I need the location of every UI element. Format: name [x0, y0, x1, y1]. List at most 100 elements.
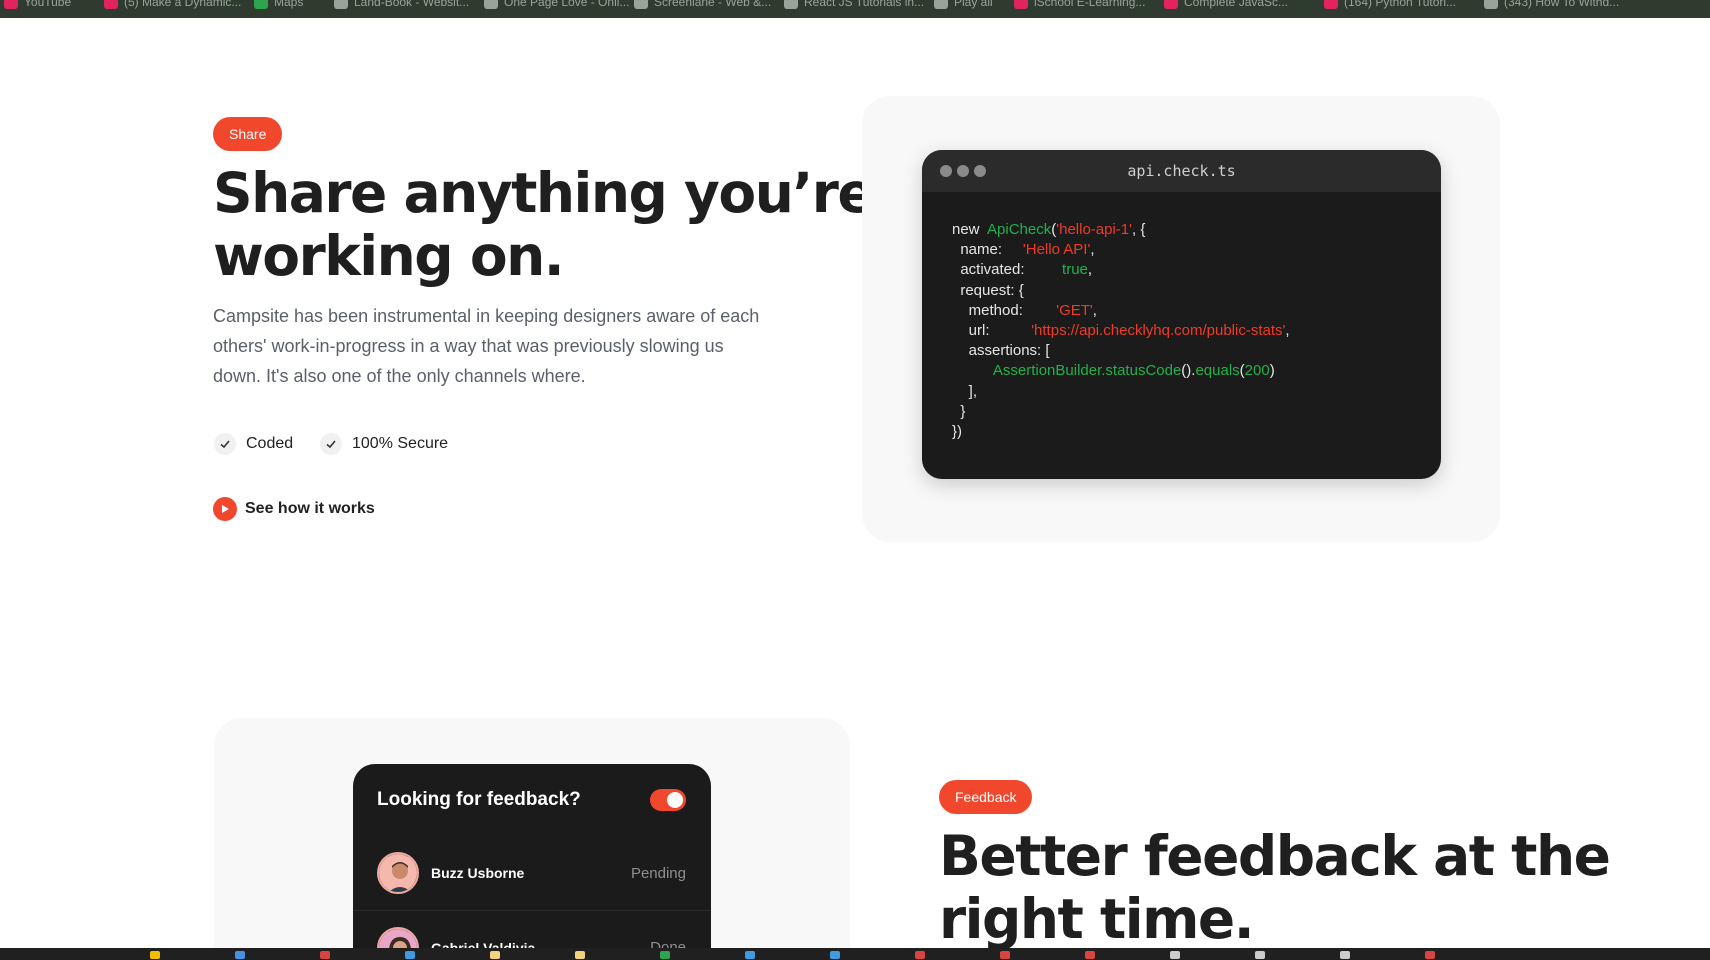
person-name: Buzz Usborne [431, 865, 525, 881]
youtube-icon [1324, 0, 1338, 9]
os-taskbar [0, 948, 1710, 960]
taskbar-app-icon[interactable] [830, 950, 840, 960]
feedback-panel-header: Looking for feedback? [353, 764, 711, 836]
avatar [377, 852, 419, 894]
code-line: url: 'https://api.checklyhq.com/public-s… [952, 322, 1290, 340]
bookmark-item[interactable]: (343) How To Withd... [1484, 0, 1619, 10]
bookmarks-bar: YouTube (5) Make a Dynamic... Maps Land-Boo… [0, 0, 1710, 18]
app-icon [320, 951, 330, 959]
taskbar-app-icon[interactable] [320, 950, 330, 960]
code-line: name: 'Hello API', [952, 241, 1095, 259]
app-icon [150, 951, 160, 959]
feature-secure: 100% Secure [320, 433, 448, 455]
app-icon [405, 951, 415, 959]
feedback-panel: Looking for feedback? Buzz Usborne Pendi… [353, 764, 711, 960]
bookmark-item[interactable]: Screenlane - Web &... [634, 0, 771, 10]
youtube-icon [1014, 0, 1028, 9]
code-body: new ApiCheck('hello-api-1', { name: 'Hel… [922, 192, 1441, 470]
person-status: Pending [630, 864, 686, 882]
app-icon [1000, 951, 1010, 959]
share-heading: Share anything you’re working on. [213, 161, 875, 288]
code-filename: api.check.ts [1127, 162, 1236, 180]
taskbar-app-icon[interactable] [1340, 950, 1350, 960]
share-heading-line1: Share anything you’re [213, 161, 875, 225]
taskbar-app-icon[interactable] [235, 950, 245, 960]
taskbar-app-icon[interactable] [660, 950, 670, 960]
bookmark-item[interactable]: iSchool E-Learning... [1014, 0, 1145, 10]
feature-label: Coded [246, 435, 294, 452]
feature-coded: Coded [214, 433, 293, 455]
taskbar-app-icon[interactable] [575, 950, 585, 960]
taskbar-app-icon[interactable] [490, 950, 500, 960]
app-icon [1255, 951, 1265, 959]
app-icon [745, 951, 755, 959]
check-icon [214, 433, 236, 455]
code-line: new ApiCheck('hello-api-1', { [952, 221, 1146, 238]
bookmark-item[interactable]: Complete JavaSc... [1164, 0, 1288, 10]
code-line: assertions: [ [952, 342, 1050, 360]
code-line: }) [952, 423, 963, 441]
app-icon [235, 951, 245, 959]
bookmark-item[interactable]: YouTube [4, 0, 71, 10]
taskbar-app-icon[interactable] [1255, 950, 1265, 960]
youtube-icon [104, 0, 118, 9]
feedback-badge: Feedback [939, 780, 1033, 814]
taskbar-app-icon[interactable] [1170, 950, 1180, 960]
youtube-icon [4, 0, 18, 9]
app-icon [1425, 951, 1435, 959]
app-icon [660, 951, 670, 959]
bookmark-item[interactable]: (164) Python Tutori... [1324, 0, 1456, 10]
globe-icon [634, 0, 648, 9]
bookmark-item[interactable]: Play all [934, 0, 993, 10]
bookmark-item[interactable]: (5) Make a Dynamic... [104, 0, 241, 10]
toggle-knob [667, 792, 683, 808]
feedback-heading-line1: Better feedback at the [939, 824, 1611, 888]
taskbar-app-icon[interactable] [915, 950, 925, 960]
see-how-it-works-link[interactable]: See how it works [213, 497, 375, 521]
taskbar-app-icon[interactable] [150, 950, 160, 960]
feedback-panel-title: Looking for feedback? [377, 789, 581, 810]
code-line: method: 'GET', [952, 301, 1097, 319]
app-icon [490, 951, 500, 959]
share-paragraph-line3: down. It's also one of the only channels… [213, 366, 586, 386]
cta-label: See how it works [245, 500, 375, 517]
code-line: request: { [952, 281, 1024, 299]
feature-label: 100% Secure [352, 435, 449, 452]
feedback-person-row[interactable]: Buzz Usborne Pending [353, 836, 711, 910]
play-icon [213, 497, 237, 521]
globe-icon [1164, 0, 1178, 9]
code-window-titlebar: api.check.ts [922, 150, 1441, 192]
app-icon [1085, 951, 1095, 959]
code-line: activated: true, [952, 261, 1093, 279]
share-paragraph: Campsite has been instrumental in keepin… [213, 301, 759, 391]
bookmark-item[interactable]: Maps [254, 0, 303, 10]
feedback-heading-line2: right time. [939, 887, 1255, 951]
app-icon [575, 951, 585, 959]
globe-icon [784, 0, 798, 9]
taskbar-app-icon[interactable] [1085, 950, 1095, 960]
feedback-heading: Better feedback at the right time. [939, 824, 1611, 951]
app-icon [915, 951, 925, 959]
feedback-toggle[interactable] [650, 789, 686, 811]
check-icon [320, 433, 342, 455]
bookmark-item[interactable]: Land-Book - Websit... [334, 0, 469, 10]
code-line: ], [952, 382, 978, 400]
taskbar-app-icon[interactable] [745, 950, 755, 960]
maps-icon [254, 0, 268, 9]
share-badge: Share [213, 117, 283, 151]
bookmark-item[interactable]: One Page Love - Onli... [484, 0, 629, 10]
taskbar-app-icon[interactable] [405, 950, 415, 960]
globe-icon [934, 0, 948, 9]
taskbar-app-icon[interactable] [1000, 950, 1010, 960]
app-icon [830, 951, 840, 959]
bookmark-item[interactable]: React JS Tutorials in... [784, 0, 924, 10]
globe-icon [1484, 0, 1498, 9]
globe-icon [334, 0, 348, 9]
share-heading-line2: working on. [213, 224, 565, 288]
globe-icon [484, 0, 498, 9]
app-icon [1340, 951, 1350, 959]
share-paragraph-line2: others' work-in-progress in a way that w… [213, 336, 724, 356]
code-window: api.check.ts new ApiCheck('hello-api-1',… [922, 150, 1441, 479]
code-line: AssertionBuilder.statusCode().equals(200… [992, 362, 1275, 380]
taskbar-app-icon[interactable] [1425, 950, 1435, 960]
